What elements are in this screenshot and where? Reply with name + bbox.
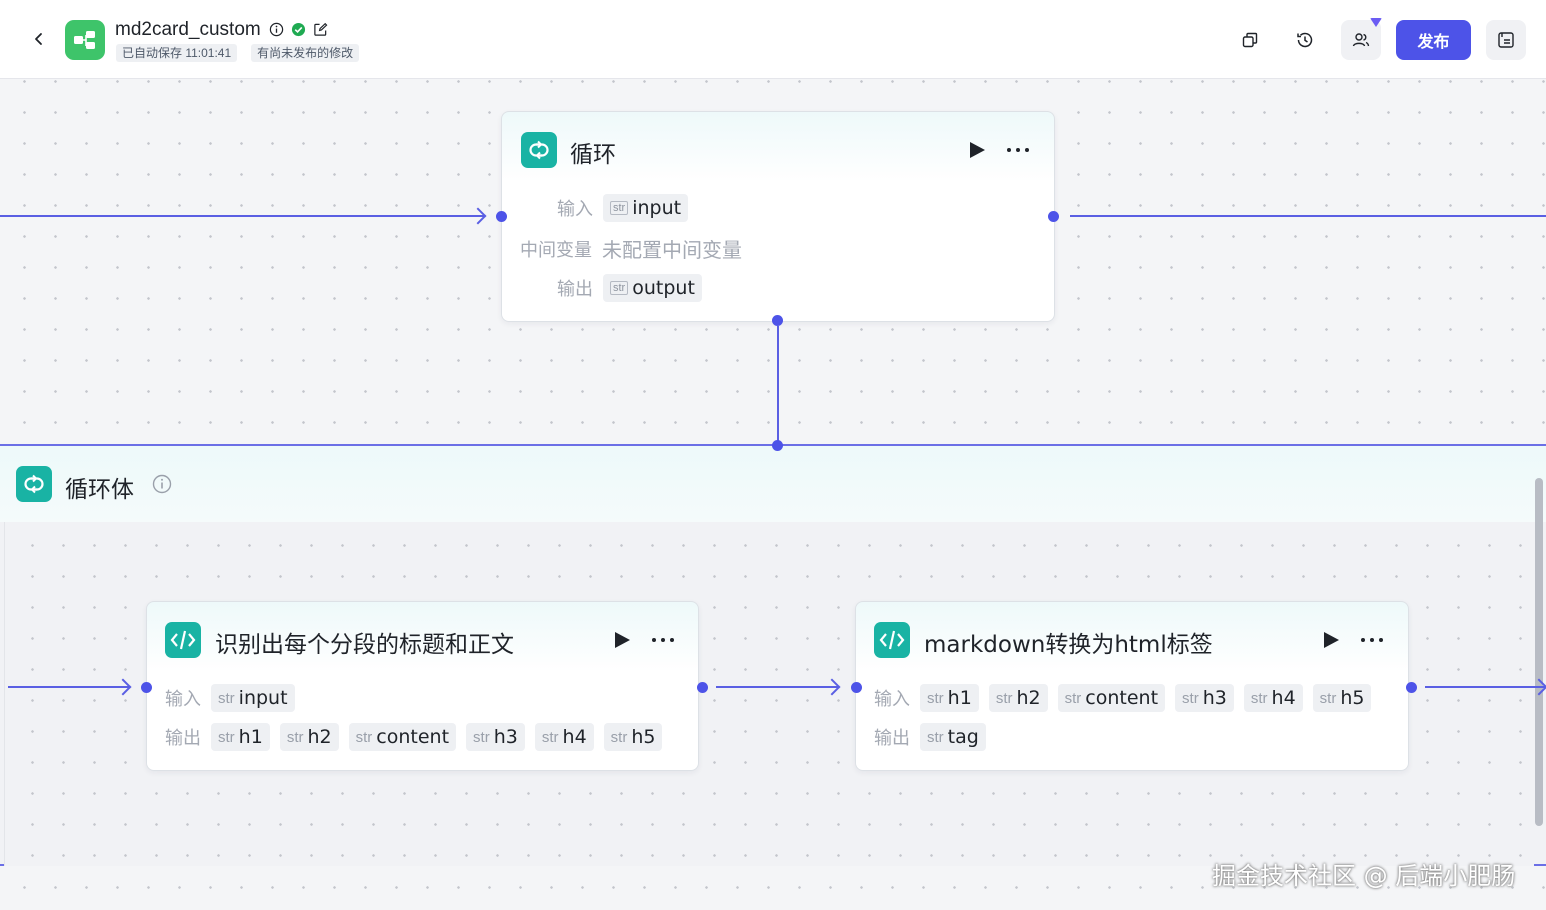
- loop-variable-label: 中间变量: [520, 239, 592, 261]
- users-icon: [1352, 33, 1370, 47]
- loop-node[interactable]: 循环 输入 str input 中间变量 未配置中间变量 输出 str output: [501, 111, 1055, 322]
- loop-input-param: str input: [603, 194, 689, 222]
- param-chip: str h4: [1243, 684, 1303, 712]
- play-icon[interactable]: [1323, 631, 1340, 649]
- collaborators-button[interactable]: [1341, 20, 1381, 60]
- app-logo: [65, 20, 105, 60]
- loop-body-entry-port[interactable]: [772, 440, 783, 451]
- param-chip: str h1: [920, 684, 979, 712]
- param-chip: str content: [348, 723, 457, 751]
- param-chip: str h2: [988, 684, 1048, 712]
- edge-into-node-a: [8, 686, 129, 688]
- info-icon[interactable]: [152, 474, 172, 499]
- code-node-parse-sections[interactable]: 识别出每个分段的标题和正文 输入 str input 输出 str h1 str h2…: [146, 601, 699, 771]
- edit-icon[interactable]: [312, 21, 328, 37]
- loop-node-title: 循环: [570, 142, 616, 168]
- param-chip: str h3: [1175, 684, 1234, 712]
- node-a-output-port[interactable]: [697, 682, 708, 693]
- info-icon[interactable]: [268, 21, 284, 37]
- node-a-output-label: 输出: [165, 728, 201, 749]
- panel-button[interactable]: [1486, 20, 1526, 60]
- chevron-left-icon: [35, 33, 42, 45]
- play-icon[interactable]: [614, 631, 631, 649]
- edge-out-of-node-b: [1425, 686, 1546, 688]
- node-b-input-label: 输入: [874, 689, 910, 710]
- loop-output-label: 输出: [557, 279, 593, 300]
- autosave-badge: 已自动保存 11:01:41: [116, 44, 238, 62]
- param-chip: str h5: [603, 723, 663, 751]
- node-b-input-port[interactable]: [851, 682, 862, 693]
- param-chip: str tag: [920, 723, 986, 751]
- param-chip: str h5: [1312, 684, 1372, 712]
- history-button[interactable]: [1285, 20, 1325, 60]
- loop-body-header: 循环体: [0, 446, 1546, 522]
- edge-a-to-b: [716, 686, 838, 688]
- code-icon: [874, 622, 910, 658]
- canvas-scrollbar[interactable]: [1535, 478, 1543, 826]
- edge-into-loop: [0, 215, 484, 217]
- loop-variable-value: 未配置中间变量: [602, 238, 742, 262]
- edge-out-of-loop: [1070, 215, 1546, 217]
- param-chip: str h3: [466, 723, 525, 751]
- play-icon[interactable]: [969, 141, 986, 159]
- param-chip: str h1: [211, 723, 270, 751]
- param-chip: str h4: [534, 723, 594, 751]
- loop-body-port[interactable]: [772, 315, 783, 326]
- loop-icon: [521, 132, 557, 168]
- node-b-title: markdown转换为html标签: [924, 632, 1213, 658]
- edge-arrow: [469, 207, 487, 225]
- back-button[interactable]: [24, 24, 54, 54]
- param-chip: str content: [1057, 684, 1166, 712]
- copy-button[interactable]: [1230, 20, 1270, 60]
- loop-body-title: 循环体: [65, 477, 134, 503]
- code-icon: [165, 622, 201, 658]
- edge-loop-to-body: [777, 326, 779, 444]
- param-chip: str h2: [279, 723, 339, 751]
- more-icon[interactable]: [1006, 147, 1030, 153]
- code-node-markdown-to-html[interactable]: markdown转换为html标签 输入 str h1 str h2 str cont…: [855, 601, 1409, 771]
- node-b-output-label: 输出: [874, 728, 910, 749]
- loop-input-label: 输入: [557, 199, 593, 220]
- top-bar: md2card_custom 已自动保存 11:01:41 有尚未发布的修改 发…: [0, 0, 1546, 79]
- loop-input-port[interactable]: [496, 211, 507, 222]
- loop-icon: [16, 466, 52, 502]
- loop-output-port[interactable]: [1048, 211, 1059, 222]
- app-name: md2card_custom: [115, 19, 261, 40]
- node-b-output-port[interactable]: [1406, 682, 1417, 693]
- watermark: 掘金技术社区 @ 后端小肥肠: [1212, 862, 1516, 890]
- node-a-input-port[interactable]: [141, 682, 152, 693]
- publish-button[interactable]: 发布: [1396, 20, 1471, 60]
- check-circle-icon: [290, 21, 306, 37]
- panel-icon: [1498, 32, 1514, 48]
- node-a-input-label: 输入: [165, 689, 201, 710]
- more-icon[interactable]: [1360, 637, 1384, 643]
- node-a-title: 识别出每个分段的标题和正文: [215, 632, 514, 658]
- more-icon[interactable]: [651, 637, 675, 643]
- unpublished-badge: 有尚未发布的修改: [251, 44, 360, 62]
- copy-icon: [1242, 32, 1258, 48]
- param-chip: str input: [211, 684, 295, 712]
- loop-output-param: str output: [603, 274, 702, 302]
- history-icon: [1297, 32, 1313, 48]
